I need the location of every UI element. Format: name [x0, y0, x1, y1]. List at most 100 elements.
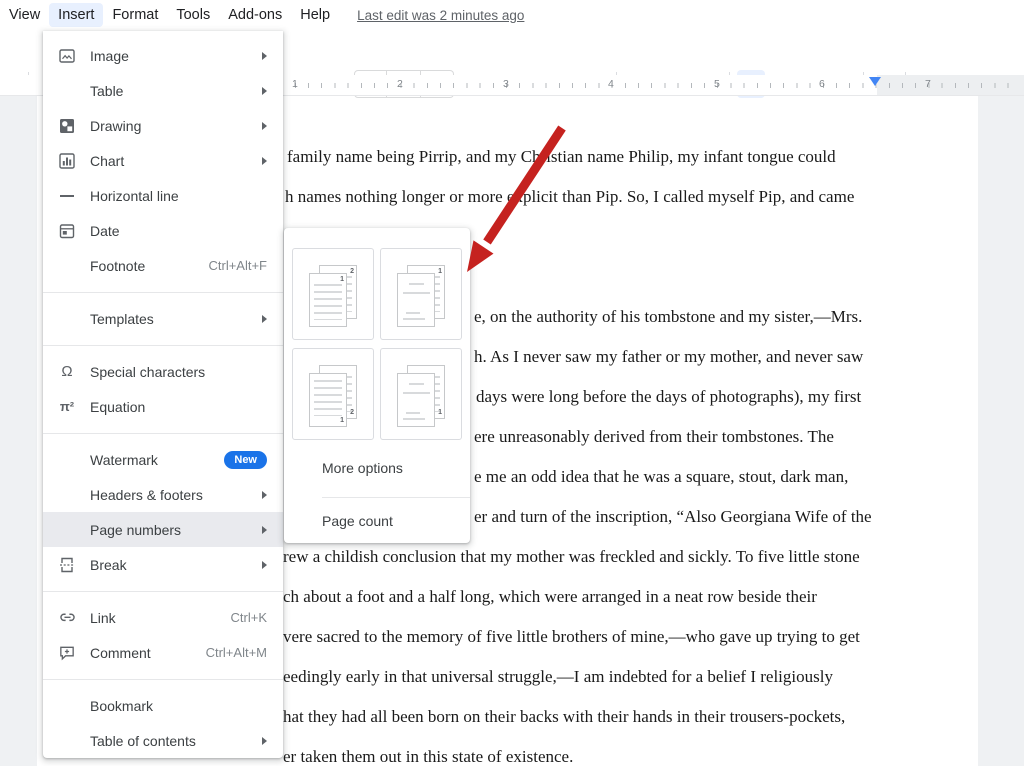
page-line	[409, 383, 424, 385]
menu-separator	[43, 433, 283, 434]
menu-addons[interactable]: Add-ons	[219, 3, 291, 27]
empty-icon-slot	[57, 731, 77, 751]
red-annotation-arrow	[437, 120, 577, 285]
ruler-ticks	[242, 83, 1012, 88]
new-badge: New	[224, 451, 267, 469]
page-line	[406, 412, 420, 414]
page-lines	[314, 380, 342, 416]
menu-insert[interactable]: Insert	[49, 3, 103, 27]
menu-tools[interactable]: Tools	[167, 3, 219, 27]
ruler-number: 6	[819, 78, 825, 90]
ruler-number: 5	[714, 78, 720, 90]
page-line	[406, 312, 420, 314]
ruler-number: 2	[397, 78, 403, 90]
menu-item-horizontal-line[interactable]: Horizontal line	[43, 178, 283, 213]
right-indent-marker[interactable]	[869, 77, 881, 86]
empty-icon-slot	[57, 309, 77, 329]
page-line	[403, 392, 430, 394]
menu-item-drawing[interactable]: Drawing	[43, 108, 283, 143]
submenu-arrow-icon	[262, 561, 267, 569]
thumbnail-front-page: 1	[309, 373, 347, 427]
empty-icon-slot	[57, 485, 77, 505]
menu-item-watermark[interactable]: Watermark New	[43, 442, 283, 477]
submenu-arrow-icon	[262, 52, 267, 60]
image-icon	[57, 46, 77, 66]
doc-line: hat they had all been born on their back…	[283, 707, 845, 727]
page-line	[409, 283, 424, 285]
page-break-icon	[57, 555, 77, 575]
menu-item-equation[interactable]: π² Equation	[43, 389, 283, 424]
submenu-arrow-icon	[262, 122, 267, 130]
doc-line: er taken them out in this state of exist…	[283, 747, 573, 766]
doc-line: rew a childish conclusion that my mother…	[283, 547, 860, 567]
link-icon	[57, 608, 77, 628]
menu-item-table[interactable]: Table	[43, 73, 283, 108]
menu-bar: View Insert Format Tools Add-ons Help La…	[0, 0, 1024, 30]
thumbnail-front-page: 1	[309, 273, 347, 327]
ruler-number: 1	[292, 78, 298, 90]
page-number-option-footer-all-pages[interactable]: 2 1	[292, 348, 374, 440]
google-docs-window: family name being Pirrip, and my Christi…	[0, 0, 1024, 766]
submenu-arrow-icon	[262, 491, 267, 499]
menu-item-bookmark[interactable]: Bookmark	[43, 688, 283, 723]
menu-separator	[43, 345, 283, 346]
page-lines	[314, 284, 342, 320]
doc-line: er and turn of the inscription, “Also Ge…	[474, 507, 872, 527]
thumbnail-front-page	[397, 373, 435, 427]
submenu-separator	[322, 497, 470, 498]
ruler-number: 7	[925, 78, 931, 90]
doc-line: e, on the authority of his tombstone and…	[474, 307, 862, 327]
page-line	[403, 292, 430, 294]
menu-help[interactable]: Help	[291, 3, 339, 27]
last-edit-link[interactable]: Last edit was 2 minutes ago	[357, 8, 524, 23]
insert-dropdown-menu: Image Table Drawing Chart Horizontal lin…	[43, 31, 283, 758]
empty-icon-slot	[57, 520, 77, 540]
doc-line: e me an odd idea that he was a square, s…	[474, 467, 848, 487]
more-options-item[interactable]: More options	[284, 450, 470, 485]
menu-view[interactable]: View	[0, 3, 49, 27]
menu-item-headers-footers[interactable]: Headers & footers	[43, 477, 283, 512]
thumbnail-front-page	[397, 273, 435, 327]
submenu-arrow-icon	[262, 737, 267, 745]
chart-icon	[57, 151, 77, 171]
empty-icon-slot	[57, 450, 77, 470]
menu-item-special-characters[interactable]: Ω Special characters	[43, 354, 283, 389]
ruler-number: 3	[503, 78, 509, 90]
menu-item-chart[interactable]: Chart	[43, 143, 283, 178]
ruler-number: 4	[608, 78, 614, 90]
page-number-option-footer-skip-first[interactable]: 1	[380, 348, 462, 440]
doc-line: h. As I never saw my father or my mother…	[474, 347, 863, 367]
menu-item-link[interactable]: Link Ctrl+K	[43, 600, 283, 635]
comment-icon	[57, 643, 77, 663]
pi-squared-icon: π²	[57, 397, 77, 417]
menu-item-footnote[interactable]: Footnote Ctrl+Alt+F	[43, 248, 283, 283]
menu-item-date[interactable]: Date	[43, 213, 283, 248]
drawing-icon	[57, 116, 77, 136]
menu-separator	[43, 591, 283, 592]
doc-line: vere sacred to the memory of five little…	[283, 627, 860, 647]
page-number-option-header-all-pages[interactable]: 2 1	[292, 248, 374, 340]
menu-item-image[interactable]: Image	[43, 38, 283, 73]
menu-item-page-numbers[interactable]: Page numbers	[43, 512, 283, 547]
doc-line: days were long before the days of photog…	[476, 387, 861, 407]
empty-icon-slot	[57, 256, 77, 276]
menu-format[interactable]: Format	[103, 3, 167, 27]
date-icon	[57, 221, 77, 241]
submenu-arrow-icon	[262, 157, 267, 165]
page-line	[403, 318, 425, 320]
empty-icon-slot	[57, 81, 77, 101]
menu-separator	[43, 679, 283, 680]
empty-icon-slot	[57, 696, 77, 716]
menu-separator	[43, 292, 283, 293]
menu-item-comment[interactable]: Comment Ctrl+Alt+M	[43, 635, 283, 670]
doc-line: ere unreasonably derived from their tomb…	[474, 427, 834, 447]
doc-line: eedingly early in that universal struggl…	[283, 667, 833, 687]
menu-item-table-of-contents[interactable]: Table of contents	[43, 723, 283, 758]
menu-item-templates[interactable]: Templates	[43, 301, 283, 336]
submenu-arrow-icon	[262, 315, 267, 323]
doc-line: ch about a foot and a half long, which w…	[283, 587, 817, 607]
menu-item-break[interactable]: Break	[43, 547, 283, 582]
submenu-arrow-icon	[262, 87, 267, 95]
page-count-item[interactable]: Page count	[284, 503, 470, 538]
horizontal-line-icon	[57, 186, 77, 206]
